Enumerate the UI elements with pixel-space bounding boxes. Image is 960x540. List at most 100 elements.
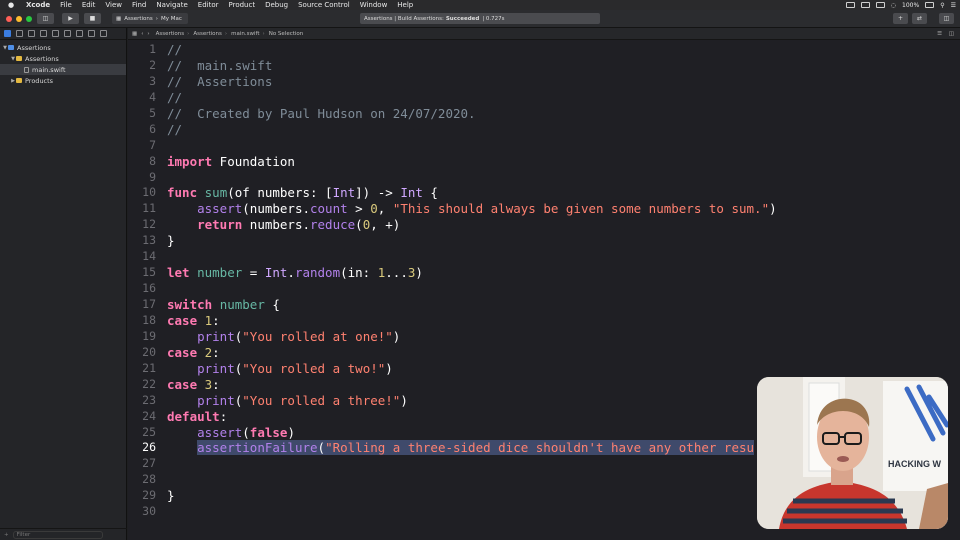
code-line[interactable]: //	[167, 90, 777, 106]
code-line[interactable]	[167, 170, 777, 186]
line-number[interactable]: 23	[128, 393, 156, 409]
line-number[interactable]: 5	[128, 106, 156, 122]
menu-file[interactable]: File	[60, 1, 72, 9]
code-area[interactable]: //// main.swift// Assertions//// Created…	[167, 42, 777, 520]
code-line[interactable]: print("You rolled a two!")	[167, 361, 777, 377]
keyboard-icon[interactable]	[875, 2, 885, 8]
breakpoint-tab-icon[interactable]	[88, 30, 95, 37]
line-number[interactable]: 2	[128, 58, 156, 74]
code-line[interactable]	[167, 249, 777, 265]
tree-item-main-swift[interactable]: main.swift	[0, 64, 126, 75]
tree-item-project[interactable]: ▼ Assertions	[0, 42, 126, 53]
code-line[interactable]: let number = Int.random(in: 1...3)	[167, 265, 777, 281]
menu-product[interactable]: Product	[229, 1, 256, 9]
close-window-button[interactable]	[6, 16, 12, 22]
line-number[interactable]: 4	[128, 90, 156, 106]
menu-debug[interactable]: Debug	[265, 1, 288, 9]
related-items-icon[interactable]: ▦	[132, 31, 137, 37]
code-line[interactable]: //	[167, 42, 777, 58]
code-line[interactable]: return numbers.reduce(0, +)	[167, 217, 777, 233]
screen-record-icon[interactable]	[845, 2, 855, 8]
code-line[interactable]: }	[167, 488, 777, 504]
code-line[interactable]: default:	[167, 409, 777, 425]
debug-tab-icon[interactable]	[76, 30, 83, 37]
line-number[interactable]: 1	[128, 42, 156, 58]
split-editor-icon[interactable]: ◫	[949, 31, 954, 37]
menu-source-control[interactable]: Source Control	[298, 1, 350, 9]
battery-icon[interactable]	[925, 2, 935, 8]
add-file-icon[interactable]: +	[4, 532, 9, 538]
code-line[interactable]: //	[167, 122, 777, 138]
tree-item-products[interactable]: ▶ Products	[0, 75, 126, 86]
code-line[interactable]: import Foundation	[167, 154, 777, 170]
document-icon[interactable]	[860, 2, 870, 8]
menu-editor[interactable]: Editor	[198, 1, 219, 9]
code-line[interactable]: case 3:	[167, 377, 777, 393]
line-number[interactable]: 25	[128, 425, 156, 441]
breadcrumb-group[interactable]: Assertions	[193, 31, 222, 37]
line-number[interactable]: 24	[128, 409, 156, 425]
tree-item-group[interactable]: ▼ Assertions	[0, 53, 126, 64]
test-tab-icon[interactable]	[64, 30, 71, 37]
issue-tab-icon[interactable]	[52, 30, 59, 37]
report-tab-icon[interactable]	[100, 30, 107, 37]
stop-button[interactable]: ■	[84, 13, 101, 24]
line-number[interactable]: 28	[128, 472, 156, 488]
code-line[interactable]	[167, 456, 777, 472]
filter-input[interactable]: Filter	[12, 530, 103, 539]
line-number[interactable]: 16	[128, 281, 156, 297]
code-line[interactable]: // Created by Paul Hudson on 24/07/2020.	[167, 106, 777, 122]
code-line[interactable]: print("You rolled at one!")	[167, 329, 777, 345]
menu-edit[interactable]: Edit	[82, 1, 96, 9]
forward-icon[interactable]: ›	[147, 31, 149, 37]
code-review-button[interactable]: ⇄	[912, 13, 927, 24]
line-number[interactable]: 27	[128, 456, 156, 472]
menu-navigate[interactable]: Navigate	[156, 1, 187, 9]
code-line[interactable]: case 2:	[167, 345, 777, 361]
source-control-tab-icon[interactable]	[16, 30, 23, 37]
code-line[interactable]: assert(numbers.count > 0, "This should a…	[167, 201, 777, 217]
control-center-icon[interactable]: ☰	[951, 2, 956, 9]
line-number[interactable]: 20	[128, 345, 156, 361]
back-icon[interactable]: ‹	[141, 31, 143, 37]
line-number[interactable]: 3	[128, 74, 156, 90]
library-button[interactable]: +	[893, 13, 908, 24]
navigator-toggle-button[interactable]: ◫	[37, 13, 54, 24]
code-line[interactable]: // Assertions	[167, 74, 777, 90]
code-line[interactable]: assert(false)	[167, 425, 777, 441]
symbol-tab-icon[interactable]	[28, 30, 35, 37]
line-number[interactable]: 11	[128, 201, 156, 217]
line-number[interactable]: 30	[128, 504, 156, 520]
code-line[interactable]	[167, 504, 777, 520]
code-line[interactable]: switch number {	[167, 297, 777, 313]
find-tab-icon[interactable]	[40, 30, 47, 37]
line-number[interactable]: 15	[128, 265, 156, 281]
line-number[interactable]: 26	[128, 440, 156, 456]
code-line[interactable]: assertionFailure("Rolling a three-sided …	[167, 440, 777, 456]
scheme-selector[interactable]: ▦ Assertions › My Mac	[112, 13, 188, 24]
line-number[interactable]: 22	[128, 377, 156, 393]
line-number[interactable]: 7	[128, 138, 156, 154]
line-number[interactable]: 12	[128, 217, 156, 233]
menu-help[interactable]: Help	[397, 1, 413, 9]
line-number[interactable]: 29	[128, 488, 156, 504]
line-number[interactable]: 18	[128, 313, 156, 329]
line-number[interactable]: 13	[128, 233, 156, 249]
line-number[interactable]: 19	[128, 329, 156, 345]
line-number[interactable]: 9	[128, 170, 156, 186]
breadcrumb-symbol[interactable]: No Selection	[269, 31, 304, 37]
inspector-toggle-button[interactable]: ◫	[939, 13, 954, 24]
editor-options-icon[interactable]: ☰	[937, 31, 942, 37]
menu-app[interactable]: Xcode	[26, 1, 50, 9]
run-button[interactable]: ▶	[62, 13, 79, 24]
line-number[interactable]: 6	[128, 122, 156, 138]
line-number[interactable]: 17	[128, 297, 156, 313]
line-number[interactable]: 8	[128, 154, 156, 170]
apple-icon[interactable]: ●	[6, 1, 16, 9]
line-number[interactable]: 21	[128, 361, 156, 377]
breadcrumb-file[interactable]: main.swift	[231, 31, 259, 37]
code-line[interactable]: func sum(of numbers: [Int]) -> Int {	[167, 185, 777, 201]
menu-view[interactable]: View	[105, 1, 122, 9]
code-line[interactable]: print("You rolled a three!")	[167, 393, 777, 409]
wifi-icon[interactable]: ◌	[891, 2, 896, 9]
